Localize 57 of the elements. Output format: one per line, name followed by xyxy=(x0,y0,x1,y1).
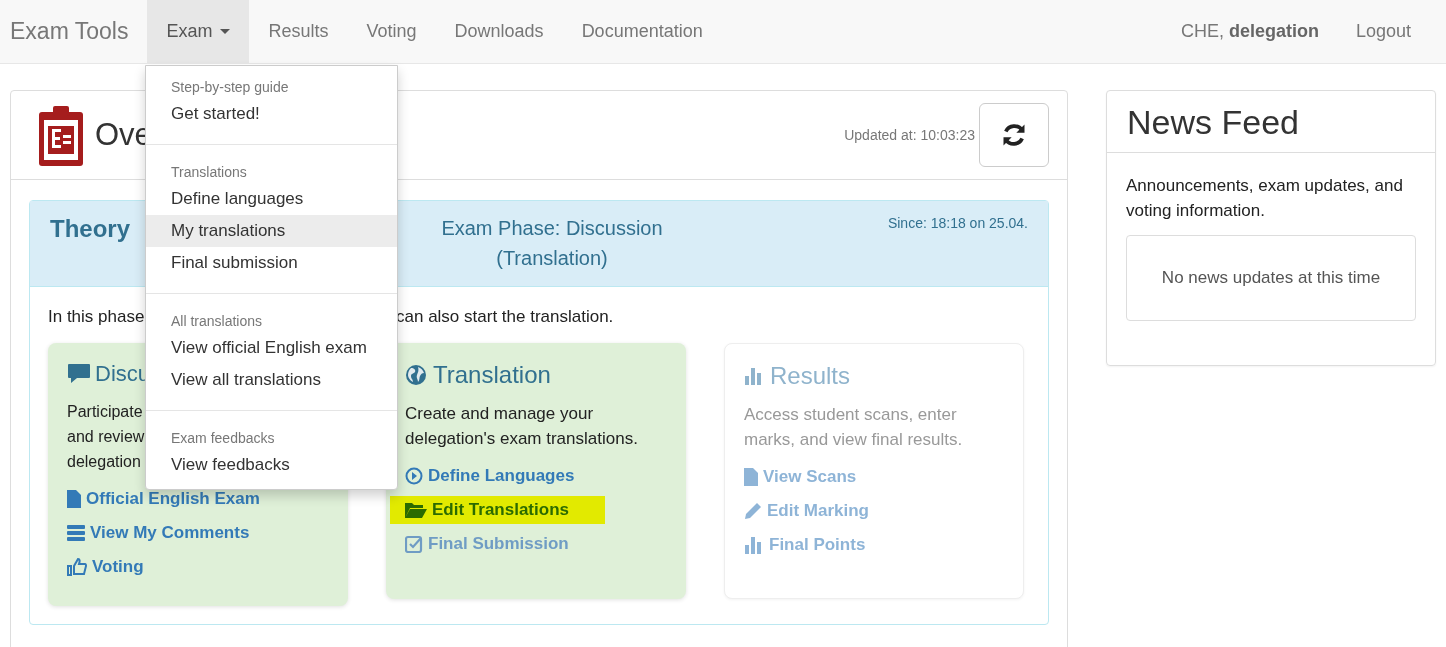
card-title: Results xyxy=(770,362,851,390)
card-link[interactable]: Voting xyxy=(67,553,144,581)
nav-link[interactable]: Results xyxy=(249,0,348,64)
thumbs-up-icon xyxy=(67,558,87,576)
phase-label: Exam Phase: Discussion xyxy=(441,216,663,241)
phase-since: Since: 18:18 on 25.04. xyxy=(887,215,1028,231)
card-text: and review xyxy=(67,427,145,447)
menu-item[interactable]: View official English exam xyxy=(146,332,397,364)
card-text: Participate xyxy=(67,402,143,422)
play-circle-icon xyxy=(405,467,423,485)
nav-link[interactable]: Exam xyxy=(147,0,250,64)
menu-item[interactable]: Define languages xyxy=(146,183,397,215)
card-link[interactable]: Edit Translations xyxy=(390,496,605,524)
menu-item[interactable]: Final submission xyxy=(146,247,397,279)
exam-name: Theory xyxy=(50,215,130,243)
bar-chart-icon xyxy=(744,535,764,555)
checkbox-icon xyxy=(405,535,423,553)
folder-icon xyxy=(405,501,427,519)
menu-item[interactable]: Get started! xyxy=(146,98,397,130)
card-title: Translation xyxy=(433,361,551,389)
updated-time: Updated at: 10:03:23 xyxy=(844,127,975,143)
logout-link[interactable]: Logout xyxy=(1336,0,1430,64)
card-link[interactable]: Official English Exam xyxy=(67,485,260,513)
brand-title[interactable]: Exam Tools xyxy=(0,18,148,45)
refresh-button[interactable] xyxy=(979,103,1049,167)
clipboard-icon xyxy=(39,104,83,166)
document-icon xyxy=(67,490,81,508)
list-icon xyxy=(67,524,85,542)
menu-header: Exam feedbacks xyxy=(170,429,276,448)
card-text: delegation's exam translations. xyxy=(405,428,638,450)
menu-header: Translations xyxy=(170,163,248,182)
globe-icon xyxy=(405,364,427,386)
nav-link[interactable]: Downloads xyxy=(435,0,563,64)
card-text: Create and manage your xyxy=(405,403,594,425)
user-label: CHE, delegation xyxy=(1179,21,1320,42)
menu-header: All translations xyxy=(170,312,264,331)
news-description: Announcements, exam updates, and voting information. xyxy=(1126,175,1404,222)
menu-item[interactable]: My translations xyxy=(146,215,397,247)
card-text: Access student scans, enter xyxy=(744,404,957,426)
card-text: marks, and view final results. xyxy=(744,429,963,451)
card-link[interactable]: Define Languages xyxy=(405,462,575,490)
intro-text: In this phase xyxy=(48,307,145,327)
nav-link[interactable]: Voting xyxy=(347,0,436,64)
phase-detail: (Translation) xyxy=(496,246,608,271)
speech-bubble-icon xyxy=(67,363,91,385)
document-icon xyxy=(744,468,758,486)
news-title: News Feed xyxy=(1107,91,1435,153)
pencil-icon xyxy=(744,502,762,520)
menu-header: Step-by-step guide xyxy=(170,78,290,97)
menu-item[interactable]: View feedbacks xyxy=(146,449,397,481)
bar-chart-icon xyxy=(744,366,764,386)
card-text: delegation xyxy=(67,452,141,472)
refresh-icon xyxy=(1000,121,1028,149)
menu-item[interactable]: View all translations xyxy=(146,364,397,396)
card-link[interactable]: View My Comments xyxy=(67,519,250,547)
empty-message: No news updates at this time xyxy=(1161,268,1381,288)
nav-link[interactable]: Documentation xyxy=(562,0,722,64)
